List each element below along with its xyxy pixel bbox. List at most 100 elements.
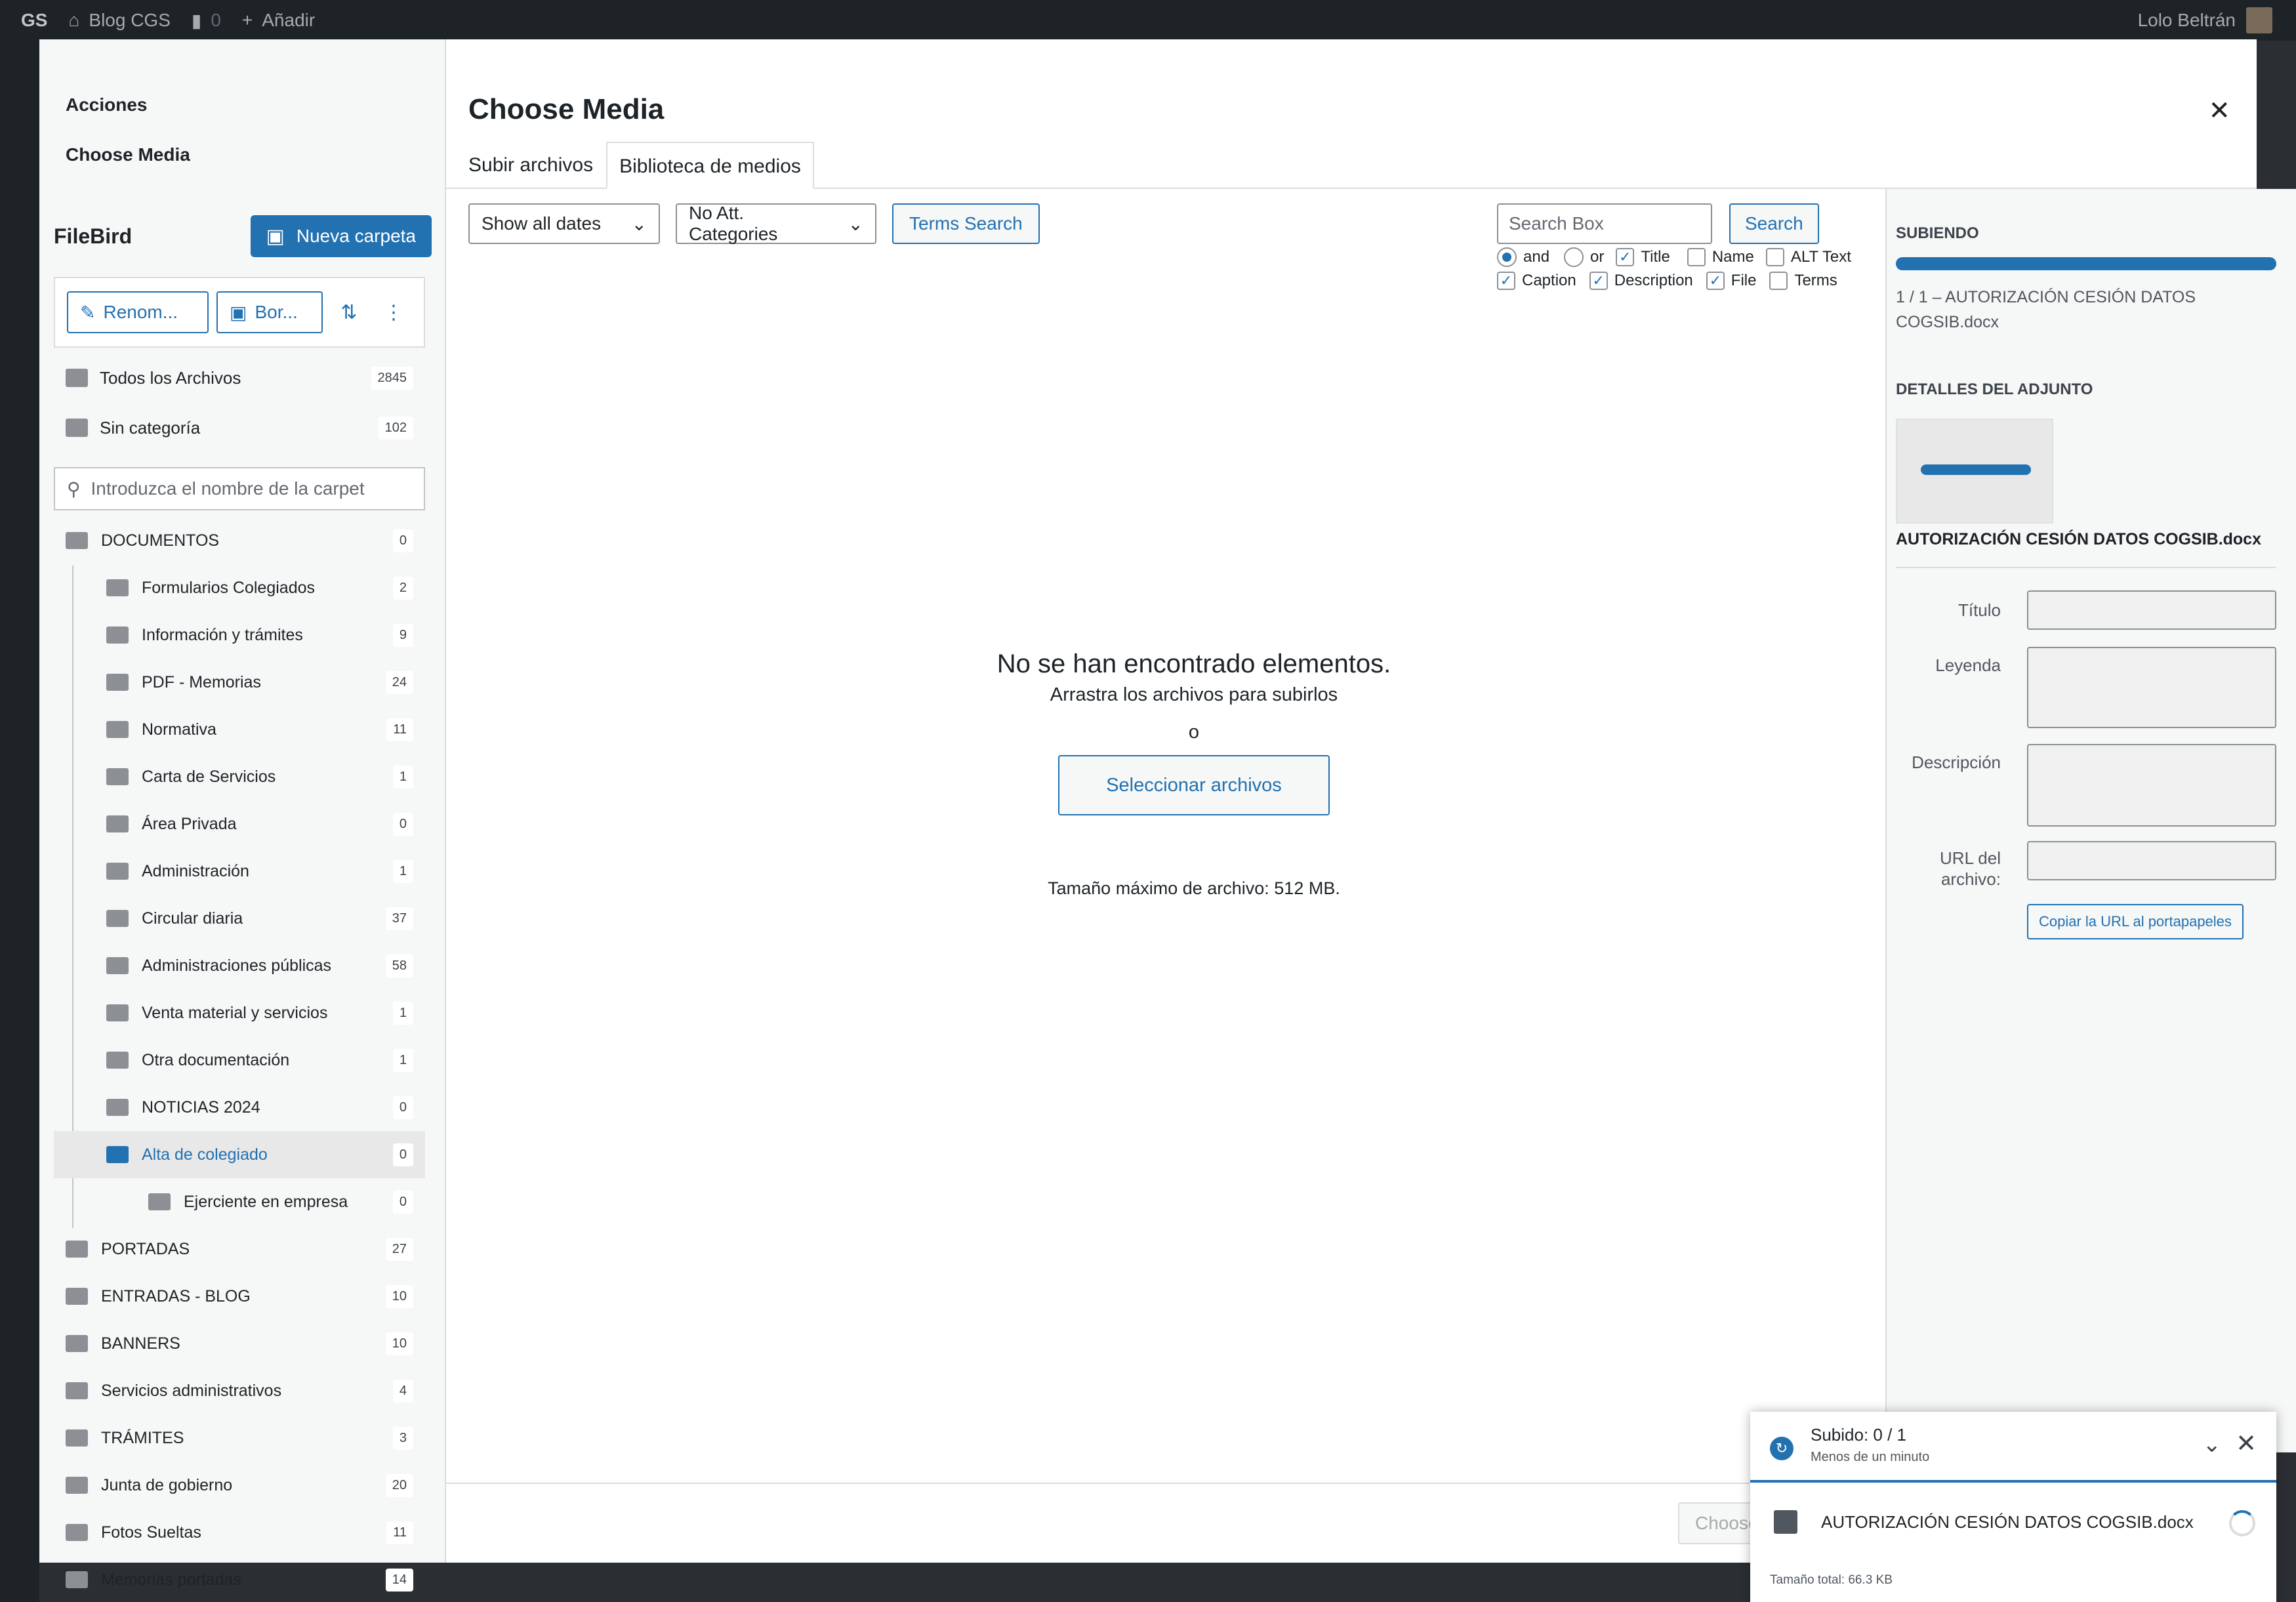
all-files-count: 2845 — [371, 366, 413, 390]
menu-choose-media[interactable]: Choose Media — [39, 142, 445, 168]
close-icon[interactable]: ✕ — [2208, 96, 2230, 126]
select-files-button[interactable]: Seleccionar archivos — [1058, 755, 1330, 815]
folder-item[interactable]: Otra documentación 1 — [54, 1037, 425, 1084]
site-logo[interactable]: GS — [21, 10, 47, 31]
sort-icon[interactable]: ⇅ — [331, 291, 367, 333]
folder-count: 2 — [392, 576, 413, 600]
folder-item[interactable]: Administración 1 — [54, 848, 425, 895]
toast-time: Menos de un minuto — [1811, 1450, 1930, 1464]
upload-progress-bar — [1896, 257, 2276, 270]
folder-count: 20 — [385, 1473, 413, 1497]
collapse-chevron-icon[interactable]: ⌄ — [2203, 1431, 2222, 1458]
folder-item[interactable]: Servicios administrativos 4 — [54, 1367, 425, 1414]
checkbox-caption[interactable]: ✓ — [1497, 272, 1515, 290]
folder-name: ENTRADAS - BLOG — [101, 1286, 251, 1305]
menu-acciones[interactable]: Acciones — [39, 92, 445, 118]
folder-item[interactable]: Venta material y servicios 1 — [54, 989, 425, 1037]
title-field[interactable] — [2027, 590, 2276, 630]
copy-url-button[interactable]: Copiar la URL al portapapeles — [2027, 904, 2244, 939]
edit-folder-icon: ✎ — [80, 302, 96, 323]
rename-button[interactable]: ✎ Renom... — [67, 291, 209, 333]
radio-or-label: or — [1590, 248, 1605, 266]
search-button[interactable]: Search — [1729, 203, 1819, 244]
attachment-thumbnail — [1896, 419, 2053, 524]
folder-item[interactable]: Área Privada 0 — [54, 800, 425, 848]
checkbox-description[interactable]: ✓ — [1589, 272, 1608, 290]
filebird-title: FileBird — [54, 224, 133, 248]
checkbox-title-label: Title — [1641, 248, 1670, 266]
folder-item[interactable]: Carta de Servicios 1 — [54, 753, 425, 800]
sync-icon: ↻ — [1770, 1437, 1794, 1460]
folder-count: 37 — [385, 907, 413, 930]
folder-item[interactable]: TRÁMITES 3 — [54, 1414, 425, 1462]
folder-icon — [106, 1099, 129, 1116]
folder-icon — [106, 863, 129, 880]
folder-item[interactable]: PORTADAS 27 — [54, 1225, 425, 1273]
url-field[interactable] — [2027, 841, 2276, 880]
folder-item[interactable]: Junta de gobierno 20 — [54, 1462, 425, 1509]
folder-item[interactable]: DOCUMENTOS 0 — [54, 517, 425, 564]
caption-field[interactable] — [2027, 647, 2276, 728]
checkbox-alt-text[interactable] — [1765, 248, 1784, 266]
checkbox-terms-label: Terms — [1794, 272, 1837, 289]
folder-icon — [106, 1004, 129, 1021]
folder-name: Otra documentación — [142, 1050, 290, 1069]
delete-button[interactable]: ▣ Bor... — [216, 291, 323, 333]
checkbox-file-label: File — [1731, 272, 1757, 289]
attachment-details-heading: DETALLES DEL ADJUNTO — [1896, 380, 2093, 398]
checkbox-description-label: Description — [1614, 272, 1693, 289]
folder-icon — [106, 1146, 129, 1163]
search-input[interactable]: Search Box — [1497, 203, 1712, 244]
more-options-icon[interactable]: ⋮ — [375, 291, 412, 333]
folder-name: Junta de gobierno — [101, 1475, 233, 1494]
folder-item[interactable]: NOTICIAS 2024 0 — [54, 1084, 425, 1131]
checkbox-title[interactable]: ✓ — [1616, 248, 1635, 266]
avatar — [2246, 7, 2272, 33]
folder-name: Área Privada — [142, 814, 237, 833]
admin-bar: GS ⌂ Blog CGS ▮ 0 + Añadir Lolo Beltrán — [0, 0, 2296, 41]
add-new-link[interactable]: + Añadir — [242, 10, 315, 31]
folder-name: Servicios administrativos — [101, 1381, 282, 1400]
toast-header: ↻ Subido: 0 / 1 Menos de un minuto ⌄ ✕ — [1750, 1412, 2276, 1483]
new-folder-button[interactable]: ▣ Nueva carpeta — [250, 215, 432, 257]
category-filter-select[interactable]: No Att. Categories ⌄ — [676, 203, 876, 244]
checkbox-terms[interactable] — [1769, 272, 1788, 290]
close-toast-icon[interactable]: ✕ — [2236, 1429, 2257, 1458]
folder-item[interactable]: Ejerciente en empresa 0 — [54, 1178, 425, 1225]
site-name-link[interactable]: ⌂ Blog CGS — [68, 10, 170, 31]
folder-count: 27 — [385, 1237, 413, 1261]
terms-search-button[interactable]: Terms Search — [892, 203, 1040, 244]
folder-icon — [106, 1052, 129, 1069]
folder-search-input[interactable]: ⚲ Introduzca el nombre de la carpet — [54, 467, 425, 510]
folder-item[interactable]: Información y trámites 9 — [54, 611, 425, 659]
radio-and[interactable] — [1497, 247, 1517, 267]
comments-link[interactable]: ▮ 0 — [192, 10, 221, 31]
folder-item[interactable]: Administraciones públicas 58 — [54, 942, 425, 989]
attachment-filename: AUTORIZACIÓN CESIÓN DATOS COGSIB.docx — [1896, 530, 2261, 548]
checkbox-file[interactable]: ✓ — [1706, 272, 1725, 290]
folder-item[interactable]: Fotos Sueltas 11 — [54, 1509, 425, 1556]
folder-name: Información y trámites — [142, 625, 303, 644]
user-menu[interactable]: Lolo Beltrán — [2138, 0, 2272, 41]
folder-item[interactable]: ENTRADAS - BLOG 10 — [54, 1273, 425, 1320]
folder-name: PDF - Memorias — [142, 672, 261, 691]
tab-upload[interactable]: Subir archivos — [468, 142, 606, 189]
folder-item[interactable]: Circular diaria 37 — [54, 895, 425, 942]
folder-count: 0 — [392, 1096, 413, 1119]
tab-library[interactable]: Biblioteca de medios — [606, 142, 814, 189]
folder-item[interactable]: BANNERS 10 — [54, 1320, 425, 1367]
radio-or[interactable] — [1564, 247, 1584, 267]
uncategorized-item[interactable]: Sin categoría 102 — [54, 405, 425, 450]
folder-item[interactable]: Normativa 11 — [54, 706, 425, 753]
folder-item[interactable]: Memorias portadas 14 — [54, 1556, 425, 1602]
folder-icon — [66, 1382, 88, 1399]
uncategorized-label: Sin categoría — [100, 417, 201, 438]
new-folder-label: Nueva carpeta — [296, 226, 416, 246]
folder-item[interactable]: Alta de colegiado 0 — [54, 1131, 425, 1178]
folder-item[interactable]: PDF - Memorias 24 — [54, 659, 425, 706]
checkbox-name[interactable] — [1687, 248, 1706, 266]
date-filter-select[interactable]: Show all dates ⌄ — [468, 203, 660, 244]
description-field[interactable] — [2027, 744, 2276, 827]
all-files-item[interactable]: Todos los Archivos 2845 — [54, 356, 425, 400]
folder-item[interactable]: Formularios Colegiados 2 — [54, 564, 425, 611]
